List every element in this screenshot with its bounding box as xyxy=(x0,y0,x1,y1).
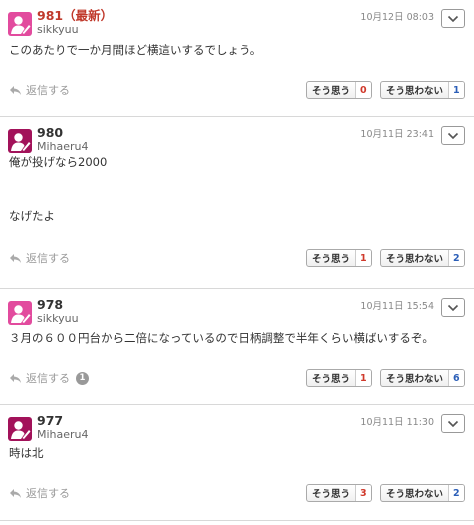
agree-button[interactable]: そう思う 1 xyxy=(305,249,372,267)
reply-label: 返信する xyxy=(26,487,70,500)
post-body: 時は北 xyxy=(9,446,44,460)
agree-label: そう思う xyxy=(307,82,356,98)
vote-buttons: そう思う 0 そう思わない 1 xyxy=(305,81,465,99)
reply-label: 返信する xyxy=(26,372,70,385)
post-date: 10月11日 11:30 xyxy=(360,417,434,428)
chevron-down-icon xyxy=(447,15,459,22)
user-avatar-icon xyxy=(8,12,32,36)
agree-label: そう思う xyxy=(307,485,356,501)
disagree-count: 2 xyxy=(449,485,464,501)
disagree-label: そう思わない xyxy=(381,82,449,98)
post-number: 978 xyxy=(37,297,64,312)
reply-button[interactable]: 返信する xyxy=(9,485,70,501)
vote-buttons: そう思う 3 そう思わない 2 xyxy=(305,484,465,502)
post-menu-button[interactable] xyxy=(441,9,465,28)
disagree-button[interactable]: そう思わない 2 xyxy=(379,249,465,267)
vote-buttons: そう思う 1 そう思わない 2 xyxy=(305,249,465,267)
reply-button[interactable]: 返信する xyxy=(9,250,70,266)
user-avatar-icon xyxy=(8,301,32,325)
reply-arrow-icon xyxy=(10,253,21,263)
avatar[interactable] xyxy=(8,12,32,36)
post-date: 10月12日 08:03 xyxy=(360,12,434,23)
post-menu-button[interactable] xyxy=(441,298,465,317)
post-body: このあたりで一か月間ほど横這いするでしょう。 xyxy=(9,43,262,57)
disagree-button[interactable]: そう思わない 2 xyxy=(379,484,465,502)
post-menu-button[interactable] xyxy=(441,126,465,145)
user-avatar-icon xyxy=(8,129,32,153)
reply-arrow-icon xyxy=(10,488,21,498)
post-date: 10月11日 15:54 xyxy=(360,301,434,312)
comment-post: 981（最新） sikkyuu 10月12日 08:03 このあたりで一か月間ほ… xyxy=(0,0,474,117)
agree-count: 1 xyxy=(355,370,371,386)
chevron-down-icon xyxy=(447,132,459,139)
disagree-label: そう思わない xyxy=(381,485,449,501)
vote-buttons: そう思う 1 そう思わない 6 xyxy=(305,369,465,387)
avatar[interactable] xyxy=(8,417,32,441)
reply-arrow-icon xyxy=(10,85,21,95)
post-menu-button[interactable] xyxy=(441,414,465,433)
chevron-down-icon xyxy=(447,420,459,427)
username[interactable]: sikkyuu xyxy=(37,312,79,326)
reply-label: 返信する xyxy=(26,84,70,97)
disagree-label: そう思わない xyxy=(381,250,449,266)
reply-button[interactable]: 返信する xyxy=(9,82,70,98)
agree-count: 3 xyxy=(355,485,371,501)
reply-arrow-icon xyxy=(10,373,21,383)
chevron-down-icon xyxy=(447,304,459,311)
agree-button[interactable]: そう思う 3 xyxy=(305,484,372,502)
agree-button[interactable]: そう思う 0 xyxy=(305,81,372,99)
reply-button[interactable]: 返信する 1 xyxy=(9,370,89,386)
username[interactable]: Mihaeru4 xyxy=(37,140,89,154)
user-avatar-icon xyxy=(8,417,32,441)
disagree-count: 2 xyxy=(449,250,464,266)
username[interactable]: Mihaeru4 xyxy=(37,428,89,442)
post-number: 977 xyxy=(37,413,64,428)
avatar[interactable] xyxy=(8,129,32,153)
disagree-button[interactable]: そう思わない 6 xyxy=(379,369,465,387)
agree-count: 1 xyxy=(355,250,371,266)
agree-button[interactable]: そう思う 1 xyxy=(305,369,372,387)
post-body: ３月の６００円台から二倍になっているので日柄調整で半年くらい横ばいするぞ。 xyxy=(9,331,434,345)
post-number: 980 xyxy=(37,125,64,140)
comment-post: 980 Mihaeru4 10月11日 23:41 俺が投げなら2000 なげた… xyxy=(0,117,474,289)
avatar[interactable] xyxy=(8,301,32,325)
comment-post: 977 Mihaeru4 10月11日 11:30 時は北 返信する そう思う … xyxy=(0,405,474,521)
agree-label: そう思う xyxy=(307,370,356,386)
post-body: 俺が投げなら2000 なげたよ xyxy=(9,155,108,223)
post-date: 10月11日 23:41 xyxy=(360,129,434,140)
username[interactable]: sikkyuu xyxy=(37,23,79,37)
disagree-count: 6 xyxy=(449,370,464,386)
agree-count: 0 xyxy=(355,82,371,98)
disagree-button[interactable]: そう思わない 1 xyxy=(379,81,465,99)
reply-label: 返信する xyxy=(26,252,70,265)
post-number: 981（最新） xyxy=(37,8,114,23)
disagree-label: そう思わない xyxy=(381,370,449,386)
reply-count-badge: 1 xyxy=(76,371,89,385)
agree-label: そう思う xyxy=(307,250,356,266)
comment-post: 978 sikkyuu 10月11日 15:54 ３月の６００円台から二倍になっ… xyxy=(0,289,474,405)
disagree-count: 1 xyxy=(449,82,464,98)
